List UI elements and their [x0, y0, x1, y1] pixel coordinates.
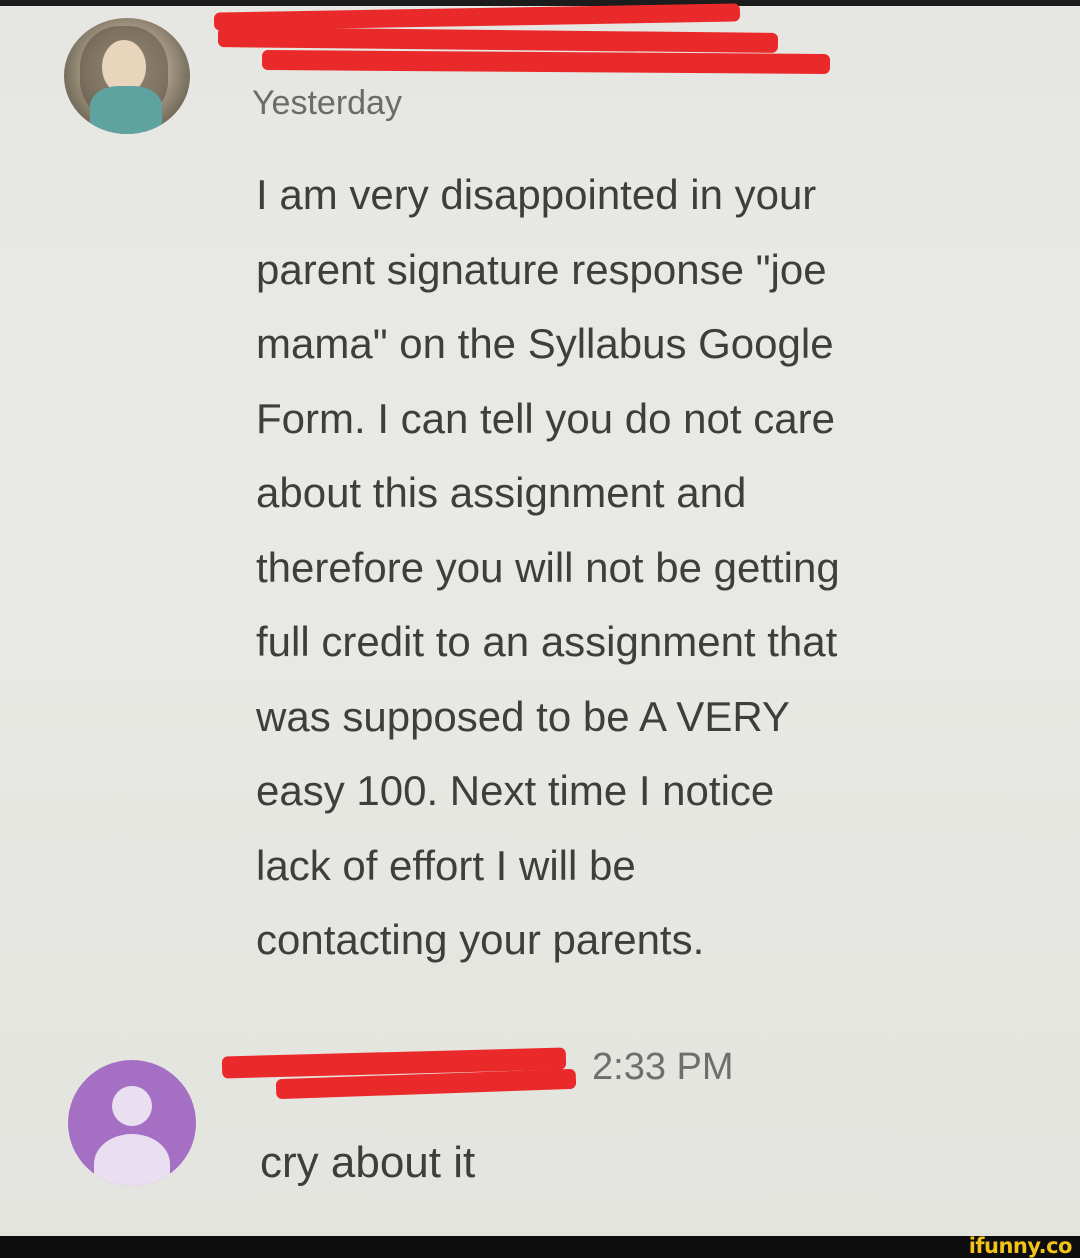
avatar-body — [94, 1134, 170, 1186]
ifunny-watermark: ifunny.co — [968, 1234, 1073, 1258]
top-edge — [0, 0, 1080, 6]
comment-thread: Yesterday I am very disappointed in your… — [0, 0, 1080, 1236]
comment-timestamp: Yesterday — [252, 84, 402, 122]
teacher-avatar[interactable] — [64, 18, 190, 134]
comment-timestamp: 2:33 PM — [592, 1046, 734, 1088]
avatar-shirt — [90, 86, 162, 134]
redaction-stroke — [213, 3, 741, 31]
redaction-stroke — [261, 50, 831, 74]
avatar-head — [112, 1086, 152, 1126]
comment-text: I am very disappointed in your parent si… — [256, 171, 840, 963]
bottom-bar — [0, 1236, 1080, 1258]
comment-text: cry about it — [260, 1138, 476, 1187]
default-person-avatar-icon[interactable] — [68, 1060, 196, 1186]
redaction-stroke — [217, 27, 779, 53]
